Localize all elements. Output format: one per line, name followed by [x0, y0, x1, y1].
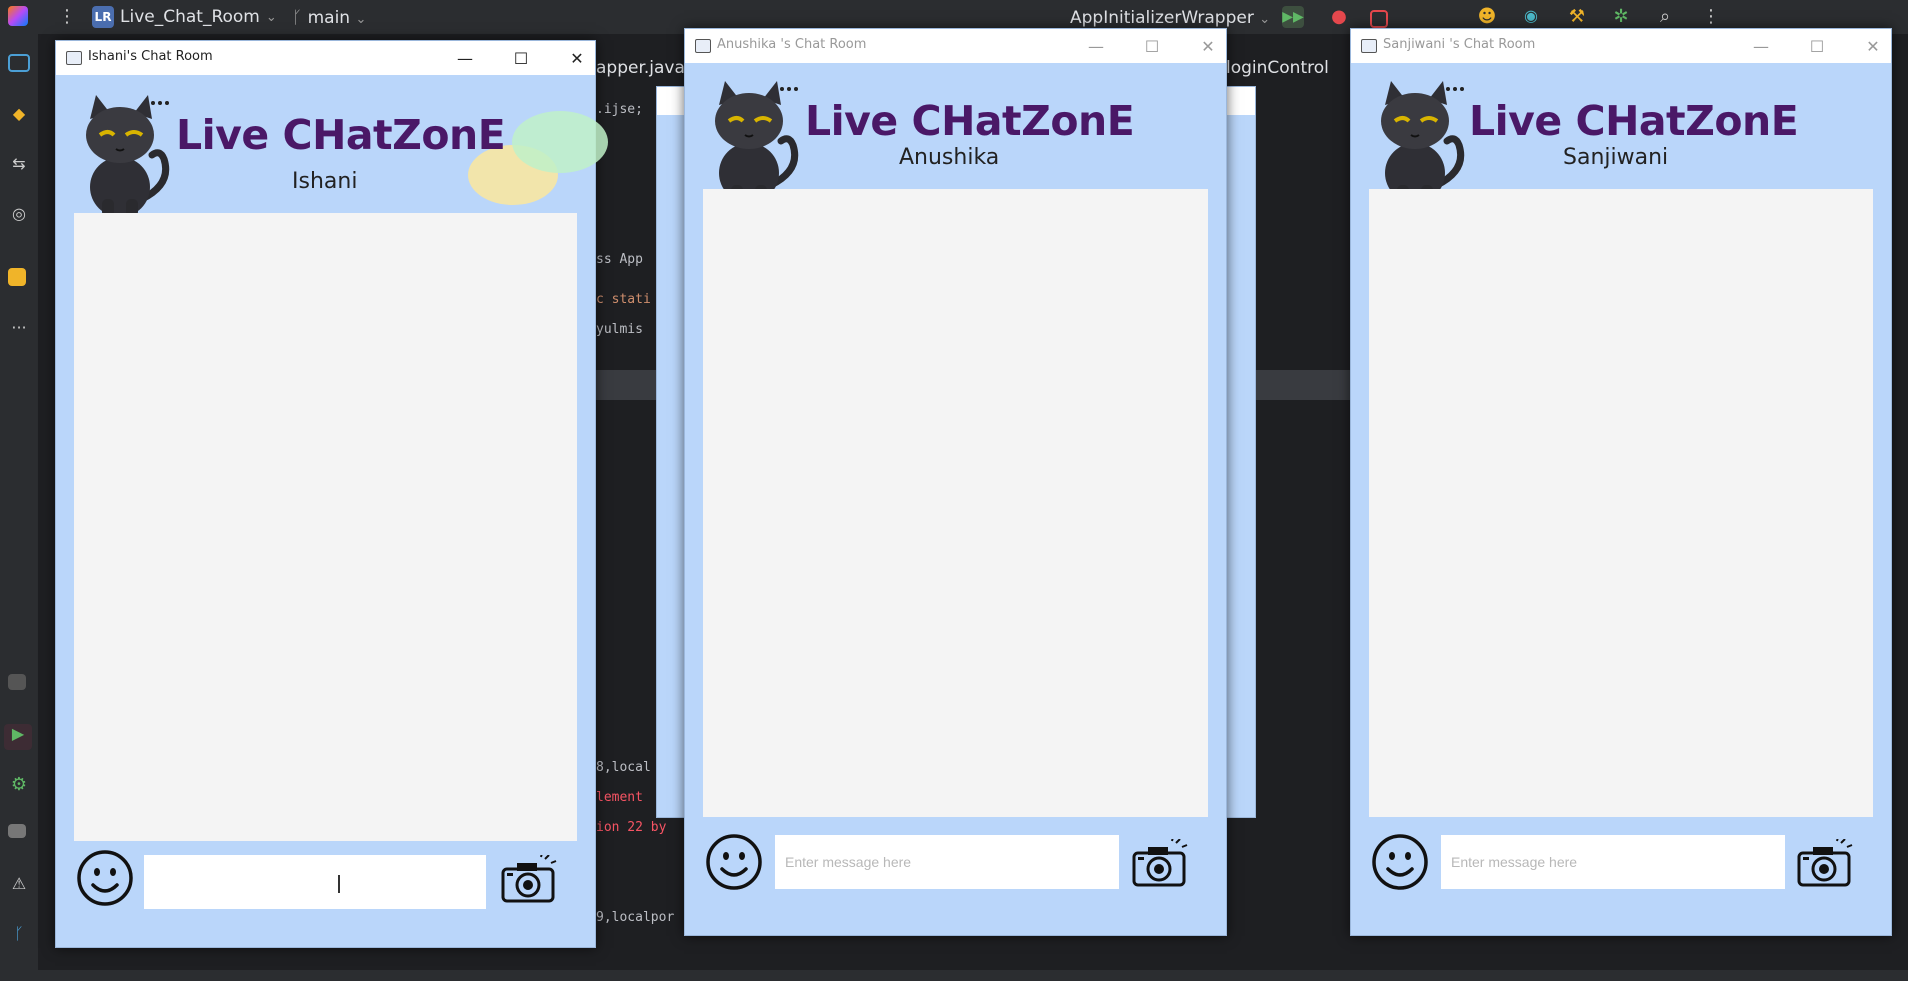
- database-icon[interactable]: [8, 268, 26, 286]
- ide-status-bar: [0, 970, 1908, 981]
- cat-mascot-icon: [72, 89, 172, 223]
- app-brand-title: Live CHatZonE: [176, 111, 506, 159]
- minimize-icon[interactable]: —: [1741, 33, 1781, 59]
- main-menu-icon[interactable]: ⋮: [56, 6, 78, 28]
- project-name: Live_Chat_Room: [120, 7, 260, 27]
- emoji-button[interactable]: [76, 849, 134, 911]
- camera-button[interactable]: [1130, 836, 1188, 893]
- console-line: ion 22 by: [596, 820, 667, 835]
- code-line: c stati: [596, 292, 651, 307]
- app-brand-title: Live CHatZonE: [1469, 97, 1799, 145]
- github-icon[interactable]: ◎: [8, 204, 30, 226]
- git-icon[interactable]: ᚴ: [8, 924, 30, 946]
- resume-icon[interactable]: ▶▶: [1282, 6, 1304, 28]
- smiley-face-icon: [705, 834, 763, 895]
- minimize-icon[interactable]: —: [1076, 33, 1116, 59]
- window-app-icon: [66, 51, 82, 65]
- window-titlebar[interactable]: Ishani's Chat Room — ☐ ✕: [56, 41, 595, 75]
- chevron-down-icon: ⌄: [355, 12, 367, 27]
- camera-button[interactable]: [1795, 836, 1853, 893]
- ide-tool-window-bar: ◆ ⇆ ◎ ··· ▶ ⚙ ⚠ ᚴ: [0, 34, 38, 981]
- maximize-icon[interactable]: ☐: [1132, 33, 1172, 59]
- smiley-face-icon: [1371, 834, 1429, 895]
- project-badge: LR: [92, 6, 114, 28]
- chevron-down-icon: ⌄: [1259, 12, 1271, 27]
- build-tools-icon[interactable]: ⚒: [1566, 6, 1588, 28]
- branch-selector[interactable]: ᚴ main ⌄: [292, 8, 366, 28]
- run-icon[interactable]: ▶: [4, 724, 32, 750]
- maximize-icon[interactable]: ☐: [1797, 33, 1837, 59]
- commit-icon[interactable]: ◆: [8, 104, 30, 126]
- window-titlebar[interactable]: Sanjiwani 's Chat Room — ☐ ✕: [1351, 29, 1891, 63]
- chat-window-sanjiwani: Sanjiwani 's Chat Room — ☐ ✕ Live CHatZo…: [1350, 28, 1892, 936]
- close-icon[interactable]: ✕: [557, 45, 597, 71]
- app-brand-title: Live CHatZonE: [805, 97, 1135, 145]
- emoji-button[interactable]: [705, 833, 763, 895]
- camera-icon: [1795, 836, 1853, 893]
- message-input[interactable]: [1441, 835, 1785, 889]
- editor-tab[interactable]: loginControl: [1226, 58, 1329, 78]
- plugin-icon[interactable]: ◉: [1520, 6, 1542, 28]
- message-input[interactable]: [775, 835, 1119, 889]
- user-name-label: Ishani: [292, 169, 358, 194]
- project-view-icon[interactable]: [8, 54, 30, 72]
- debug-icon[interactable]: ●: [1328, 6, 1350, 28]
- window-title: Anushika 's Chat Room: [717, 37, 867, 52]
- run-configuration-name: AppInitializerWrapper: [1070, 8, 1254, 28]
- ai-assistant-icon[interactable]: ✲: [1610, 6, 1632, 28]
- console-line: 9,localpor: [596, 910, 675, 925]
- console-line: lement: [596, 790, 643, 805]
- more-actions-icon[interactable]: ⋮: [1700, 6, 1722, 28]
- smiley-face-icon: [76, 850, 134, 911]
- ide-logo-icon[interactable]: [8, 6, 28, 26]
- user-name-label: Sanjiwani: [1563, 145, 1669, 170]
- chat-bubble-decoration: [512, 111, 608, 173]
- chat-header: Live CHatZonE Ishani: [56, 75, 608, 217]
- text-cursor-icon: [338, 875, 348, 893]
- chat-header: Live CHatZonE Anushika: [685, 63, 1226, 203]
- window-titlebar[interactable]: Anushika 's Chat Room — ☐ ✕: [685, 29, 1226, 63]
- console-line: 8,local: [596, 760, 651, 775]
- camera-button[interactable]: [499, 852, 557, 909]
- more-tools-icon[interactable]: ···: [8, 318, 30, 340]
- chat-message-area[interactable]: [703, 189, 1208, 817]
- editor-tab[interactable]: apper.java: [596, 58, 685, 78]
- settings-icon[interactable]: ⚙: [8, 774, 30, 796]
- code-line: yulmis: [596, 322, 643, 337]
- close-icon[interactable]: ✕: [1853, 33, 1893, 59]
- code-line: .ijse;: [596, 102, 643, 117]
- window-title: Sanjiwani 's Chat Room: [1383, 37, 1536, 52]
- window-app-icon: [695, 39, 711, 53]
- run-configuration-selector[interactable]: AppInitializerWrapper ⌄: [1070, 8, 1270, 28]
- minimize-icon[interactable]: —: [445, 45, 485, 71]
- window-app-icon: [1361, 39, 1377, 53]
- maximize-icon[interactable]: ☐: [501, 45, 541, 71]
- project-selector[interactable]: LR Live_Chat_Room ⌄: [92, 6, 277, 28]
- chat-window-ishani: Ishani's Chat Room — ☐ ✕ Live CHatZonE I…: [55, 40, 608, 948]
- close-icon[interactable]: ✕: [1188, 33, 1228, 59]
- collaboration-icon[interactable]: ☻: [1476, 6, 1498, 28]
- problems-icon[interactable]: ⚠: [8, 874, 30, 896]
- chat-message-area[interactable]: [1369, 189, 1873, 817]
- chevron-down-icon: ⌄: [265, 9, 277, 25]
- services-icon[interactable]: [8, 674, 26, 690]
- chat-header: Live CHatZonE Sanjiwani: [1351, 63, 1891, 203]
- camera-icon: [1130, 836, 1188, 893]
- search-icon[interactable]: ⌕: [1654, 6, 1676, 28]
- git-branch-icon: ᚴ: [292, 8, 303, 28]
- chat-window-anushika: Anushika 's Chat Room — ☐ ✕ Live CHatZon…: [684, 28, 1227, 936]
- code-line: ss App: [596, 252, 643, 267]
- camera-icon: [499, 852, 557, 909]
- stop-icon[interactable]: [1370, 10, 1388, 28]
- user-name-label: Anushika: [899, 145, 1000, 170]
- message-input[interactable]: [144, 855, 486, 909]
- emoji-button[interactable]: [1371, 833, 1429, 895]
- terminal-icon[interactable]: [8, 824, 26, 838]
- pull-requests-icon[interactable]: ⇆: [8, 154, 30, 176]
- branch-name: main: [307, 8, 351, 28]
- chat-message-area[interactable]: [74, 213, 577, 841]
- window-title: Ishani's Chat Room: [88, 49, 213, 64]
